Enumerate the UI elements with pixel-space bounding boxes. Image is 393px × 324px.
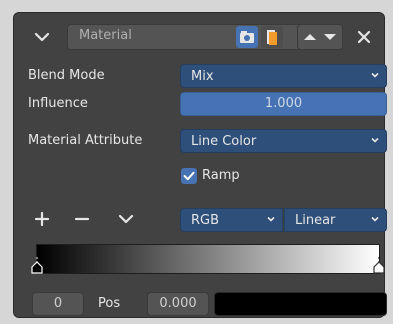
modifier-panel: Material Blend Mode Mix Influence 1.000 … [13,12,387,318]
move-down-icon[interactable] [321,28,339,46]
remove-stop-icon[interactable] [74,211,90,227]
move-up-icon[interactable] [301,28,319,46]
pos-label: Pos [98,296,121,311]
active-stop-index-field[interactable]: 0 [32,292,84,316]
checkmark-icon [183,171,195,181]
color-ramp-gradient[interactable] [36,244,380,274]
color-mode-value: RGB [191,213,220,228]
color-mode-dropdown[interactable]: RGB [180,208,283,232]
stop-color-swatch[interactable] [214,292,387,316]
ramp-stop-left-handle[interactable] [31,257,43,275]
chevron-down-icon [371,72,379,78]
influence-label: Influence [28,96,88,111]
blend-mode-value: Mix [191,69,214,84]
modifier-name-field[interactable]: Material [67,24,237,50]
stop-position-field[interactable]: 0.000 [147,292,209,316]
viewport-toggle-icon[interactable] [261,26,283,48]
interpolation-value: Linear [295,213,336,228]
modifier-name-text: Material [79,28,132,43]
blend-mode-dropdown[interactable]: Mix [180,64,387,88]
ramp-stop-right-handle[interactable] [373,257,385,275]
material-attribute-label: Material Attribute [28,133,143,148]
remove-modifier-icon[interactable] [355,28,373,46]
interpolation-dropdown[interactable]: Linear [284,208,387,232]
blend-mode-label: Blend Mode [28,68,105,83]
collapse-toggle-icon[interactable] [32,29,52,45]
add-stop-icon[interactable] [34,211,50,227]
chevron-down-icon [267,216,275,222]
ramp-checkbox[interactable] [181,168,197,184]
chevron-down-icon [371,137,379,143]
influence-slider[interactable]: 1.000 [180,92,387,116]
render-toggle-icon[interactable] [236,26,258,48]
material-attribute-dropdown[interactable]: Line Color [180,129,387,153]
chevron-down-icon [371,216,379,222]
material-attribute-value: Line Color [191,134,257,149]
ramp-menu-chevron-icon[interactable] [117,211,135,227]
ramp-label[interactable]: Ramp [202,168,240,183]
